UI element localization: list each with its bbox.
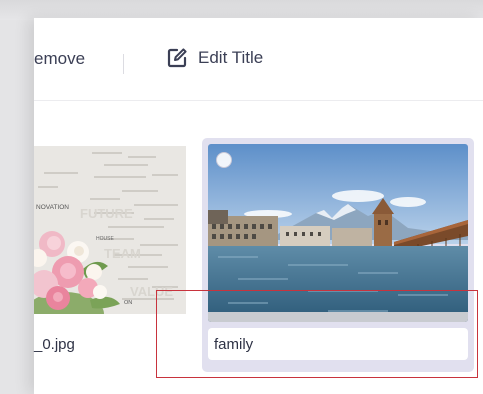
svg-text:FUTURE: FUTURE bbox=[80, 206, 133, 221]
image-thumbnail-lake bbox=[208, 144, 468, 322]
image-filename: _0.jpg bbox=[34, 336, 75, 353]
toolbar: emove Edit Title bbox=[34, 18, 483, 101]
collage-word-3: ON bbox=[124, 300, 132, 306]
collage-word-2: HOUSE bbox=[96, 236, 114, 242]
window-top-strip bbox=[0, 0, 483, 20]
image-card-2[interactable] bbox=[202, 138, 474, 372]
edit-square-icon bbox=[166, 47, 188, 69]
remove-button[interactable]: emove bbox=[34, 49, 85, 69]
select-checkbox[interactable] bbox=[216, 152, 232, 168]
media-panel: emove Edit Title FUTURE TEAM VALUE NOVAT… bbox=[34, 18, 483, 394]
image-card-1[interactable]: FUTURE TEAM VALUE NOVATION HOUSE ON bbox=[34, 146, 186, 314]
collage-word-1: NOVATION bbox=[36, 204, 69, 211]
svg-text:TEAM: TEAM bbox=[104, 246, 141, 261]
toolbar-divider bbox=[123, 54, 124, 74]
edit-title-button[interactable]: Edit Title bbox=[166, 45, 263, 71]
image-thumbnail-collage: FUTURE TEAM VALUE NOVATION HOUSE ON bbox=[34, 146, 186, 314]
svg-text:VALUE: VALUE bbox=[130, 284, 173, 299]
title-input[interactable] bbox=[208, 328, 468, 360]
edit-title-label: Edit Title bbox=[198, 48, 264, 67]
